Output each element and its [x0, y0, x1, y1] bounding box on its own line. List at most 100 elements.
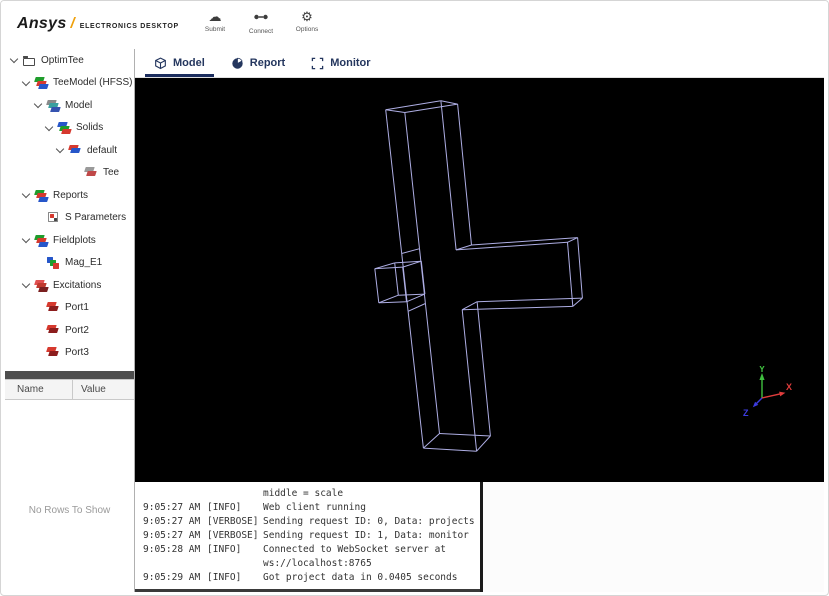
- tree-scrollbar[interactable]: [5, 371, 134, 379]
- tree-item-port3[interactable]: Port3: [5, 342, 134, 365]
- log-time: 9:05:28 AM: [143, 543, 201, 555]
- hfss-design-icon: [34, 76, 49, 89]
- log-level: [INFO]: [207, 571, 242, 583]
- tree-item-s-parameters[interactable]: S Parameters: [5, 207, 134, 230]
- solids-icon: [57, 121, 72, 134]
- axis-x-label: X: [786, 382, 792, 392]
- log-line: 9:05:27 AM [VERBOSE] Sending request ID:…: [143, 514, 480, 528]
- log-line: 9:05:27 AM [VERBOSE] Sending request ID:…: [143, 528, 480, 542]
- log-message: Web client running: [263, 501, 366, 513]
- port-icon: [46, 324, 61, 337]
- log-level: [INFO]: [207, 543, 242, 555]
- tab-label: Model: [173, 57, 205, 69]
- tab-label: Report: [249, 57, 286, 69]
- tree-item-optimtee[interactable]: OptimTee: [5, 49, 134, 72]
- chevron-down-icon[interactable]: [21, 77, 34, 86]
- cloud-icon: ☁: [208, 9, 222, 24]
- column-name: Name: [5, 380, 73, 399]
- tree-item-solids[interactable]: Solids: [5, 117, 134, 140]
- log-time: 9:05:27 AM: [143, 501, 201, 513]
- sidebar: OptimTee TeeModel (HFSS) Model Solids de…: [5, 49, 135, 592]
- log-level: [VERBOSE]: [207, 515, 259, 527]
- chevron-down-icon[interactable]: [21, 190, 34, 199]
- tree-item-label: Fieldplots: [53, 234, 96, 246]
- submit-button[interactable]: ☁ Submit: [197, 9, 233, 35]
- s-parameters-icon: [46, 211, 61, 224]
- axis-triad: Y X Z: [743, 366, 792, 418]
- log-message: Sending request ID: 1, Data: monitor: [263, 529, 469, 541]
- log-message: Connected to WebSocket server at: [263, 543, 447, 555]
- connect-label: Connect: [248, 28, 274, 35]
- log-line: 9:05:27 AM [INFO] Web client running: [143, 500, 480, 514]
- ansys-logo: Ansys / ELECTRONICS DESKTOP: [17, 15, 179, 33]
- tree-item-label: Mag_E1: [65, 257, 103, 269]
- model-icon: [46, 99, 61, 112]
- chevron-down-icon[interactable]: [55, 145, 68, 154]
- tree-item-label: TeeModel (HFSS): [53, 77, 133, 89]
- chevron-down-icon[interactable]: [33, 100, 46, 109]
- tree-item-port1[interactable]: Port1: [5, 297, 134, 320]
- tree-item-label: Port2: [65, 324, 89, 336]
- options-button[interactable]: ⚙ Options: [289, 9, 325, 35]
- axis-z-label: Z: [743, 408, 749, 418]
- tree-item-model[interactable]: Model: [5, 94, 134, 117]
- log-line: ws://localhost:8765: [143, 556, 480, 570]
- port-icon: [46, 301, 61, 314]
- tree-item-excitations[interactable]: Excitations: [5, 274, 134, 297]
- log-time: 9:05:29 AM: [143, 571, 201, 583]
- options-label: Options: [295, 26, 319, 33]
- column-value: Value: [81, 384, 106, 395]
- submit-label: Submit: [204, 26, 226, 33]
- tree-item-label: Port1: [65, 302, 89, 314]
- log-level: [VERBOSE]: [207, 529, 259, 541]
- tree-item-label: S Parameters: [65, 212, 127, 224]
- log-line: middle = scale: [143, 486, 480, 500]
- view-tabbar: Model Report Monitor: [135, 49, 824, 78]
- tree-item-label: Port3: [65, 347, 89, 359]
- console-panel: middle = scale 9:05:27 AM [INFO] Web cli…: [135, 482, 824, 592]
- console-right-pane: [483, 482, 824, 592]
- tree-item-default[interactable]: default: [5, 139, 134, 162]
- console-log: middle = scale 9:05:27 AM [INFO] Web cli…: [135, 482, 480, 592]
- tree-item-label: OptimTee: [41, 54, 84, 66]
- tree-item-label: default: [87, 144, 118, 156]
- console-horizontal-scrollbar[interactable]: [135, 589, 480, 592]
- reports-icon: [34, 189, 49, 202]
- pie-chart-icon: [231, 57, 244, 70]
- header: Ansys / ELECTRONICS DESKTOP ☁ Submit Con…: [1, 1, 828, 49]
- tree-item-label: Tee: [103, 167, 120, 179]
- tab-label: Monitor: [330, 57, 371, 69]
- wireframe-canvas[interactable]: [135, 78, 824, 482]
- gear-icon: ⚙: [301, 9, 313, 24]
- tab-report[interactable]: Report: [218, 49, 298, 77]
- log-line: 9:05:29 AM [INFO] Got project data in 0.…: [143, 570, 480, 584]
- solid-tee-icon: [84, 166, 99, 179]
- connect-icon: [253, 9, 269, 27]
- product-text: ELECTRONICS DESKTOP: [79, 23, 179, 30]
- tree-item-port2[interactable]: Port2: [5, 319, 134, 342]
- tree-item-reports[interactable]: Reports: [5, 184, 134, 207]
- properties-header: Name Value: [5, 379, 134, 400]
- fieldplot-icon: [46, 256, 61, 270]
- tree-item-label: Reports: [53, 189, 89, 201]
- log-message: Got project data in 0.0405 seconds: [263, 571, 458, 583]
- tree-item-mag-e1[interactable]: Mag_E1: [5, 252, 134, 275]
- tab-monitor[interactable]: Monitor: [298, 49, 383, 77]
- properties-empty-text: No Rows To Show: [5, 400, 134, 592]
- chevron-down-icon[interactable]: [21, 280, 34, 289]
- chevron-down-icon[interactable]: [44, 122, 57, 131]
- tree-item-fieldplots[interactable]: Fieldplots: [5, 229, 134, 252]
- tab-model[interactable]: Model: [141, 49, 218, 77]
- tree-item-teemodel[interactable]: TeeModel (HFSS): [5, 72, 134, 95]
- axis-y-label: Y: [759, 366, 765, 374]
- chevron-down-icon[interactable]: [9, 55, 22, 64]
- project-tree: OptimTee TeeModel (HFSS) Model Solids de…: [5, 49, 134, 371]
- tree-item-tee[interactable]: Tee: [5, 162, 134, 185]
- ansys-electronics-desktop-app: Ansys / ELECTRONICS DESKTOP ☁ Submit Con…: [0, 0, 829, 596]
- fieldplots-icon: [34, 234, 49, 247]
- chevron-down-icon[interactable]: [21, 235, 34, 244]
- connect-button[interactable]: Connect: [243, 9, 279, 35]
- model-viewport[interactable]: Y X Z: [135, 78, 824, 482]
- tree-item-label: Solids: [76, 122, 104, 134]
- brand-slash: /: [70, 15, 75, 32]
